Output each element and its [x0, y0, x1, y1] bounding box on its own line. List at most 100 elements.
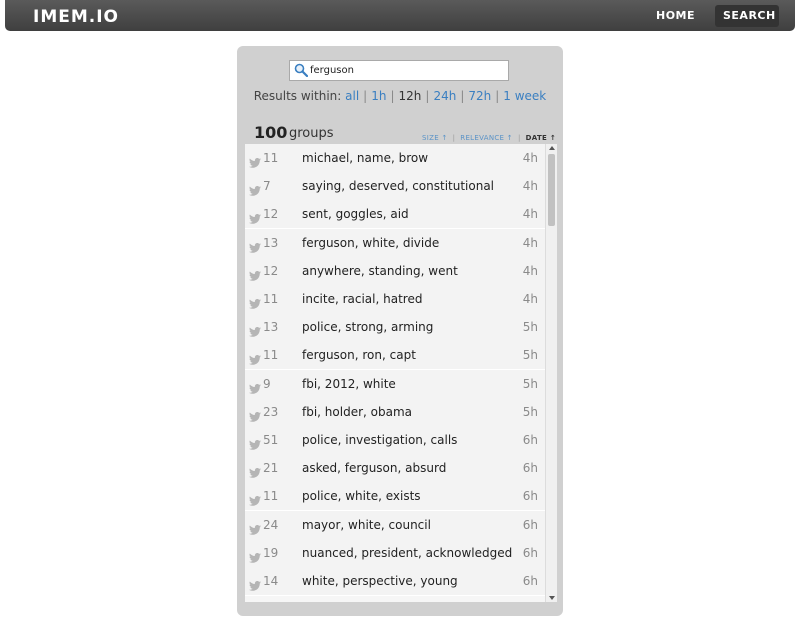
group-size: 9: [263, 376, 271, 391]
time-filter-12h[interactable]: 12h: [399, 89, 422, 103]
sort-size-link[interactable]: SIZE ↑: [422, 134, 448, 142]
list-item[interactable]: 13 police, strong, arming 5h: [245, 313, 545, 343]
group-age: 6h: [522, 433, 538, 447]
group-age: 6h: [522, 545, 538, 560]
filter-divider: |: [495, 89, 500, 103]
twitter-bird-icon: [249, 181, 261, 196]
group-keywords[interactable]: white, perspective, young: [302, 574, 458, 588]
twitter-bird-icon: [249, 407, 261, 422]
list-scrollbar[interactable]: [545, 144, 557, 602]
group-keywords[interactable]: asked, ferguson, absurd: [302, 461, 446, 475]
group-size: 7: [263, 179, 271, 194]
time-filter-1week[interactable]: 1 week: [503, 89, 546, 103]
group-age: 4h: [522, 292, 538, 306]
time-filter-label: Results within:: [253, 89, 342, 103]
group-keywords[interactable]: incite, racial, hatred: [302, 292, 422, 306]
list-item[interactable]: 12 anywhere, standing, went 4h: [245, 256, 545, 286]
group-list: 11 michael, name, brow 4h 7 saying, deserved…: [245, 144, 545, 602]
search-input[interactable]: [310, 62, 500, 78]
twitter-bird-icon: [249, 238, 261, 253]
twitter-bird-icon: [249, 322, 261, 337]
group-size: 13: [263, 320, 279, 335]
group-age: 4h: [522, 179, 538, 194]
group-keywords[interactable]: ferguson, ron, capt: [302, 348, 416, 362]
twitter-bird-icon: [249, 294, 261, 309]
group-keywords[interactable]: nuanced, president, acknowledged: [302, 546, 512, 560]
twitter-bird-icon: [249, 463, 261, 478]
time-filter: Results within: all | 1h | 12h | 24h | 72h | 1 wee…: [237, 89, 563, 103]
group-age: 4h: [522, 151, 538, 165]
list-item[interactable]: 11 ferguson, ron, capt 5h: [245, 341, 545, 371]
sort-divider: |: [517, 134, 521, 142]
group-keywords[interactable]: police, white, exists: [302, 489, 421, 503]
time-filter-24h[interactable]: 24h: [433, 89, 456, 103]
twitter-bird-icon: [249, 435, 261, 450]
group-size: 12: [263, 263, 279, 278]
group-size: 23: [263, 404, 279, 419]
group-size: 11: [263, 151, 279, 165]
list-item[interactable]: 13 ferguson, white, divide 4h: [245, 228, 545, 258]
list-item[interactable]: 9 fbi, 2012, white 5h: [245, 369, 545, 399]
nav-home-link[interactable]: HOME: [648, 5, 703, 27]
list-item[interactable]: 12 sent, goggles, aid 4h: [245, 200, 545, 230]
search-box[interactable]: [289, 60, 509, 81]
group-count: 100: [254, 123, 288, 142]
time-filter-all[interactable]: all: [345, 89, 359, 103]
group-size: 51: [263, 433, 279, 447]
search-icon: [294, 63, 308, 77]
filter-divider: |: [363, 89, 368, 103]
list-item[interactable]: 24 mayor, white, council 6h: [245, 510, 545, 540]
scroll-thumb[interactable]: [548, 154, 555, 226]
group-age: 5h: [522, 376, 538, 391]
twitter-bird-icon: [249, 266, 261, 281]
sort-date-link[interactable]: DATE ↑: [526, 134, 556, 142]
group-count-label: groups: [289, 126, 334, 141]
group-keywords[interactable]: fbi, holder, obama: [302, 405, 412, 419]
group-keywords[interactable]: sent, goggles, aid: [302, 207, 409, 221]
site-logo[interactable]: IMEM.IO: [33, 7, 119, 27]
nav-search-link[interactable]: SEARCH: [715, 5, 779, 27]
group-size: 11: [263, 292, 279, 306]
group-keywords[interactable]: mayor, white, council: [302, 518, 431, 532]
list-item[interactable]: 21 asked, ferguson, absurd 6h: [245, 454, 545, 484]
scroll-up-arrow-icon[interactable]: [549, 146, 555, 150]
group-age: 6h: [522, 461, 538, 476]
group-size: 14: [263, 574, 279, 588]
group-age: 6h: [522, 517, 538, 532]
list-item[interactable]: 23 fbi, holder, obama 5h: [245, 397, 545, 427]
twitter-bird-icon: [249, 491, 261, 507]
group-keywords[interactable]: saying, deserved, constitutional: [302, 179, 494, 193]
list-item[interactable]: 19 nuanced, president, acknowledged 6h: [245, 538, 545, 568]
group-keywords[interactable]: police, strong, arming: [302, 320, 433, 334]
group-size: 21: [263, 461, 279, 476]
list-item[interactable]: 14 white, perspective, young 6h: [245, 567, 545, 596]
group-age: 4h: [522, 235, 538, 250]
group-size: 11: [263, 348, 279, 363]
group-keywords[interactable]: anywhere, standing, went: [302, 264, 458, 278]
list-item[interactable]: 7 saying, deserved, constitutional 4h: [245, 172, 545, 202]
list-item[interactable]: 11 police, white, exists 6h: [245, 482, 545, 512]
list-item[interactable]: 11 michael, name, brow 4h: [245, 144, 545, 173]
group-keywords[interactable]: ferguson, white, divide: [302, 236, 439, 250]
group-keywords[interactable]: fbi, 2012, white: [302, 377, 396, 391]
filter-divider: |: [425, 89, 430, 103]
twitter-bird-icon: [249, 576, 261, 591]
group-keywords[interactable]: michael, name, brow: [302, 151, 428, 165]
list-item[interactable]: 51 police, investigation, calls 6h: [245, 426, 545, 455]
sort-relevance-link[interactable]: RELEVANCE ↑: [460, 134, 513, 142]
group-size: 13: [263, 235, 279, 250]
group-keywords[interactable]: police, investigation, calls: [302, 433, 457, 447]
group-age: 5h: [522, 320, 538, 335]
group-age: 5h: [522, 348, 538, 363]
twitter-bird-icon: [249, 379, 261, 394]
sort-bar: SIZE ↑ | RELEVANCE ↑ | DATE ↑: [422, 134, 556, 142]
time-filter-72h[interactable]: 72h: [468, 89, 491, 103]
scroll-down-arrow-icon[interactable]: [549, 596, 555, 600]
group-age: 4h: [522, 207, 538, 222]
list-item[interactable]: 11 incite, racial, hatred 4h: [245, 285, 545, 314]
twitter-bird-icon: [249, 350, 261, 366]
group-size: 24: [263, 517, 279, 532]
twitter-bird-icon: [249, 153, 261, 168]
time-filter-1h[interactable]: 1h: [371, 89, 386, 103]
sort-divider: |: [452, 134, 456, 142]
